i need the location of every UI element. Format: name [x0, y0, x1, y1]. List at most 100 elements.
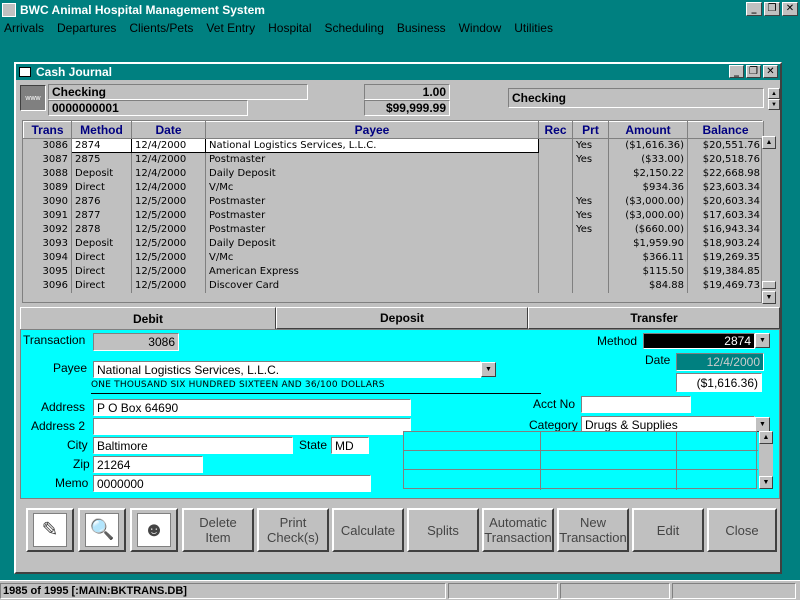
menu-business[interactable]: Business — [397, 21, 446, 35]
find-payee-button[interactable]: 🔍 — [78, 508, 126, 552]
cell-balance[interactable]: $23,603.34 — [687, 180, 764, 195]
col-trans[interactable]: Trans — [23, 121, 72, 139]
tab-transfer[interactable]: Transfer — [528, 307, 780, 329]
grid-scrollbar[interactable]: ▲ ▼ — [762, 136, 776, 304]
cell-method[interactable]: 2877 — [71, 208, 132, 223]
cell-amount[interactable]: ($3,000.00) — [608, 194, 688, 209]
cell-amount[interactable]: $366.11 — [608, 250, 688, 265]
splits-scrollbar[interactable]: ▲ ▼ — [759, 431, 773, 489]
address-field[interactable]: P O Box 64690 — [93, 399, 411, 416]
cell-method[interactable]: Deposit — [71, 166, 132, 181]
cell-method[interactable]: Direct — [71, 250, 132, 265]
amount-field[interactable]: ($1,616.36) — [676, 373, 762, 392]
cell-date[interactable]: 12/4/2000 — [131, 166, 206, 181]
cell-method[interactable]: Direct — [71, 264, 132, 279]
close-button[interactable]: Close — [707, 508, 777, 552]
cell-date[interactable]: 12/5/2000 — [131, 208, 206, 223]
cell-prt[interactable] — [572, 250, 609, 265]
cell-amount[interactable]: ($660.00) — [608, 222, 688, 237]
cell-date[interactable]: 12/4/2000 — [131, 138, 206, 153]
cell-prt[interactable]: Yes — [572, 194, 609, 209]
new-transaction-button[interactable]: New Transaction — [557, 508, 629, 552]
col-prt[interactable]: Prt — [572, 121, 609, 139]
cell-rec[interactable] — [538, 194, 573, 209]
cell-method[interactable]: 2874 — [71, 138, 132, 153]
cell-date[interactable]: 12/5/2000 — [131, 278, 206, 293]
scroll-down-icon[interactable]: ▼ — [762, 291, 776, 304]
cell-method[interactable]: Direct — [71, 180, 132, 195]
table-row[interactable]: 3087 2875 12/4/2000 Postmaster Yes ($33.00) $2… — [23, 152, 764, 167]
address2-field[interactable] — [93, 418, 411, 435]
scroll-down-icon[interactable]: ▼ — [759, 476, 773, 489]
table-row[interactable]: 3088 Deposit 12/4/2000 Daily Deposit $2,150.… — [23, 166, 764, 181]
cell-rec[interactable] — [538, 222, 573, 237]
date-field[interactable]: 12/4/2000 — [676, 353, 764, 371]
city-field[interactable]: Baltimore — [93, 437, 293, 454]
automatic-transaction-button[interactable]: Automatic Transaction — [482, 508, 554, 552]
method-field[interactable]: 2874 — [643, 333, 755, 349]
cell-balance[interactable]: $22,668.98 — [687, 166, 764, 181]
col-rec[interactable]: Rec — [538, 121, 573, 139]
splits-grid[interactable] — [403, 431, 758, 490]
col-payee[interactable]: Payee — [205, 121, 539, 139]
journal-maximize-button[interactable]: ❐ — [746, 65, 761, 78]
cell-payee[interactable]: Daily Deposit — [205, 236, 539, 251]
cell-prt[interactable] — [572, 166, 609, 181]
cell-trans[interactable]: 3090 — [23, 194, 72, 209]
cell-balance[interactable]: $20,603.34 — [687, 194, 764, 209]
table-row[interactable]: 3086 2874 12/4/2000 National Logistics Serv… — [23, 138, 764, 153]
cell-rec[interactable] — [538, 264, 573, 279]
cell-trans[interactable]: 3091 — [23, 208, 72, 223]
app-minimize-button[interactable]: _ — [746, 2, 762, 16]
cell-trans[interactable]: 3089 — [23, 180, 72, 195]
cell-trans[interactable]: 3096 — [23, 278, 72, 293]
cell-trans[interactable]: 3086 — [23, 138, 72, 153]
cell-amount[interactable]: $84.88 — [608, 278, 688, 293]
cell-prt[interactable] — [572, 264, 609, 279]
cell-payee[interactable]: Postmaster — [205, 208, 539, 223]
grid-scroll-thumb[interactable] — [762, 281, 776, 289]
scroll-up-icon[interactable]: ▲ — [768, 88, 780, 99]
app-icon[interactable] — [2, 2, 16, 17]
payee-field[interactable]: National Logistics Services, L.L.C. — [93, 361, 481, 378]
journal-window-icon[interactable] — [19, 67, 31, 77]
cell-balance[interactable]: $20,551.76 — [687, 138, 764, 153]
cell-payee[interactable]: Postmaster — [205, 152, 539, 167]
chevron-down-icon[interactable]: ▼ — [755, 417, 770, 432]
scroll-up-icon[interactable]: ▲ — [762, 136, 776, 149]
cell-rec[interactable] — [538, 250, 573, 265]
edit-button[interactable]: Edit — [632, 508, 704, 552]
cell-trans[interactable]: 3094 — [23, 250, 72, 265]
cell-prt[interactable] — [572, 180, 609, 195]
menu-arrivals[interactable]: Arrivals — [4, 21, 44, 35]
cell-rec[interactable] — [538, 138, 573, 153]
cell-balance[interactable]: $19,469.73 — [687, 278, 764, 293]
zip-field[interactable]: 21264 — [93, 456, 203, 473]
cell-rec[interactable] — [538, 208, 573, 223]
cell-method[interactable]: 2876 — [71, 194, 132, 209]
cell-amount[interactable]: $115.50 — [608, 264, 688, 279]
app-close-button[interactable]: ✕ — [782, 2, 798, 16]
cell-rec[interactable] — [538, 166, 573, 181]
cell-method[interactable]: Deposit — [71, 236, 132, 251]
cell-prt[interactable]: Yes — [572, 208, 609, 223]
journal-close-button[interactable]: ✕ — [763, 65, 778, 78]
tab-debit[interactable]: Debit — [20, 307, 276, 329]
cell-balance[interactable]: $19,269.35 — [687, 250, 764, 265]
cell-balance[interactable]: $20,518.76 — [687, 152, 764, 167]
cell-date[interactable]: 12/4/2000 — [131, 152, 206, 167]
cell-amount[interactable]: $1,959.90 — [608, 236, 688, 251]
cell-balance[interactable]: $17,603.34 — [687, 208, 764, 223]
cell-payee[interactable]: V/Mc — [205, 250, 539, 265]
scroll-down-icon[interactable]: ▼ — [768, 99, 780, 110]
col-method[interactable]: Method — [71, 121, 132, 139]
cell-prt[interactable] — [572, 236, 609, 251]
chevron-down-icon[interactable]: ▼ — [481, 362, 496, 377]
account-scroll[interactable]: ▲ ▼ — [768, 88, 780, 110]
menu-window[interactable]: Window — [459, 21, 502, 35]
scroll-up-icon[interactable]: ▲ — [759, 431, 773, 444]
cell-payee[interactable]: V/Mc — [205, 180, 539, 195]
cell-rec[interactable] — [538, 278, 573, 293]
cell-trans[interactable]: 3092 — [23, 222, 72, 237]
cell-amount[interactable]: ($3,000.00) — [608, 208, 688, 223]
